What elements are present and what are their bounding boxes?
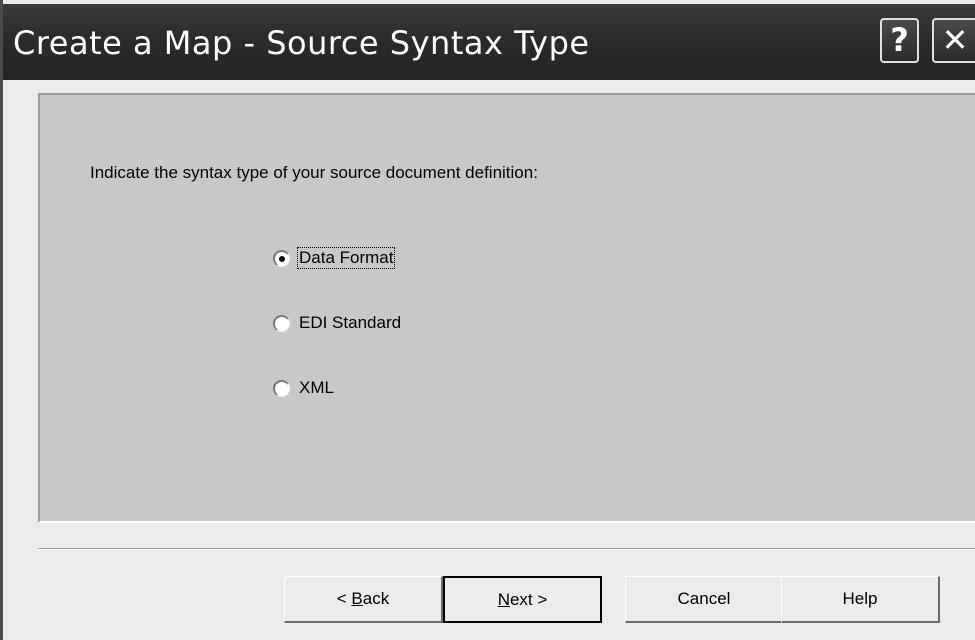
close-icon: ✕ [941, 21, 969, 59]
next-button-accel: N [497, 590, 510, 609]
back-button-accel: B [351, 589, 363, 608]
close-button[interactable]: ✕ [932, 18, 975, 63]
radio-button-data-format[interactable] [273, 249, 290, 267]
separator-line [38, 548, 975, 550]
back-button-prefix: < [336, 589, 352, 608]
back-button[interactable]: < Back [284, 576, 443, 623]
radio-option-data-format[interactable]: Data Format [273, 246, 396, 270]
radio-option-xml[interactable]: XML [273, 376, 335, 400]
back-button-rest: ack [362, 589, 390, 608]
help-title-button[interactable]: ? [880, 18, 919, 63]
title-bar[interactable]: Create a Map - Source Syntax Type ? ✕ [3, 4, 975, 80]
radio-label-xml[interactable]: XML [298, 378, 335, 398]
radio-button-xml[interactable] [273, 379, 290, 397]
window-title: Create a Map - Source Syntax Type [13, 24, 590, 62]
radio-label-edi-standard[interactable]: EDI Standard [298, 313, 402, 333]
next-button[interactable]: Next > [443, 576, 602, 623]
radio-option-edi-standard[interactable]: EDI Standard [273, 311, 402, 335]
cancel-button[interactable]: Cancel [625, 576, 784, 623]
content-panel [38, 93, 975, 523]
prompt-text: Indicate the syntax type of your source … [90, 163, 538, 182]
radio-button-edi-standard[interactable] [273, 314, 290, 332]
question-mark-icon: ? [890, 21, 909, 59]
dialog-window: Create a Map - Source Syntax Type ? ✕ In… [0, 0, 975, 640]
help-button[interactable]: Help [781, 576, 940, 623]
radio-label-data-format[interactable]: Data Format [296, 247, 396, 269]
next-button-rest: ext > [509, 590, 548, 609]
